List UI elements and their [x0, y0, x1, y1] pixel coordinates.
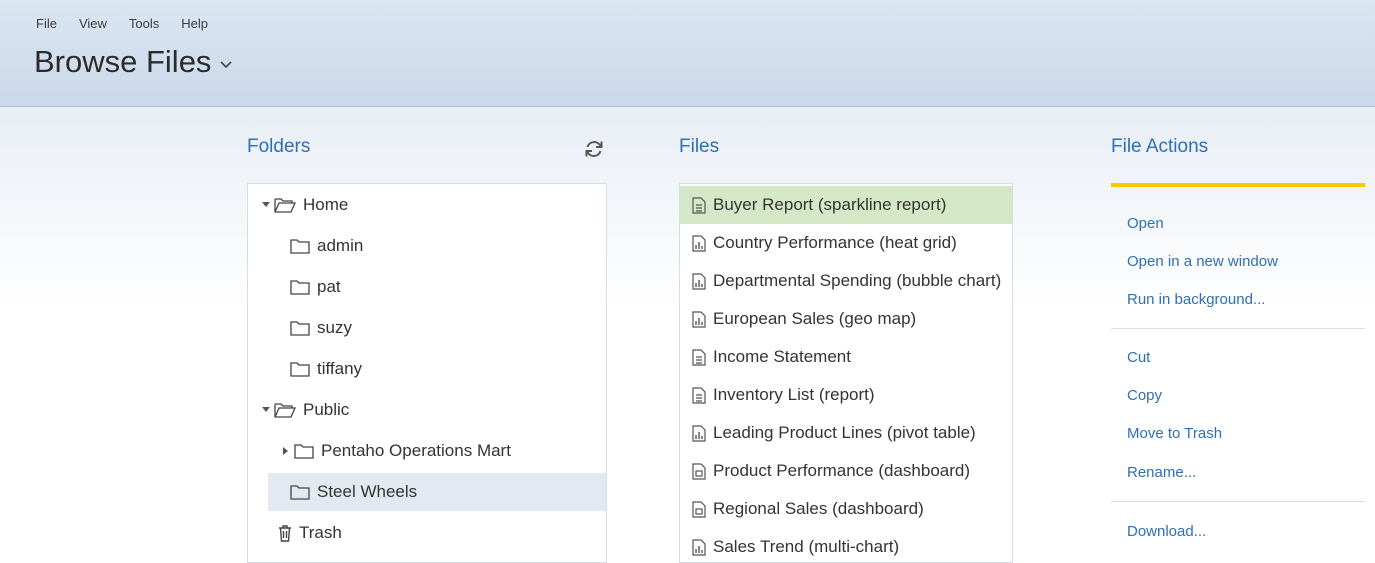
file-item[interactable]: Leading Product Lines (pivot table) — [680, 414, 1012, 452]
folder-label: tiffany — [317, 359, 363, 378]
folder-icon — [290, 279, 310, 295]
file-item[interactable]: Buyer Report (sparkline report) — [680, 186, 1012, 224]
refresh-icon[interactable] — [583, 138, 605, 160]
folders-title: Folders — [247, 136, 311, 157]
file-item[interactable]: Income Statement — [680, 338, 1012, 376]
folder-steel-wheels[interactable]: Steel Wheels — [268, 473, 606, 511]
folders-tree: Home admin pat suzy tiffany Public Penta… — [247, 183, 607, 563]
action-move-to-trash[interactable]: Move to Trash — [1127, 425, 1222, 442]
action-rename[interactable]: Rename... — [1127, 464, 1196, 481]
file-label: Income Statement — [713, 347, 851, 366]
files-list: Buyer Report (sparkline report) Country … — [679, 183, 1013, 563]
folder-admin[interactable]: admin — [248, 227, 606, 265]
file-label: Sales Trend (multi-chart) — [713, 537, 900, 556]
folder-icon — [290, 361, 310, 377]
report-icon — [692, 348, 706, 366]
analysis-icon — [692, 538, 706, 556]
dashboard-icon — [692, 462, 706, 480]
file-label: Departmental Spending (bubble chart) — [713, 271, 1002, 290]
expanded-arrow-icon[interactable] — [260, 202, 272, 208]
folder-label: Steel Wheels — [317, 482, 418, 501]
analysis-icon — [692, 310, 706, 328]
folder-icon — [290, 238, 310, 254]
expanded-arrow-icon[interactable] — [260, 407, 272, 413]
app-header: File View Tools Help Browse Files — [0, 0, 1375, 107]
analysis-icon — [692, 234, 706, 252]
file-item[interactable]: Regional Sales (dashboard) — [680, 490, 1012, 528]
folder-icon — [294, 443, 314, 459]
folder-label: admin — [317, 236, 364, 255]
analysis-icon — [692, 272, 706, 290]
folder-label: pat — [317, 277, 341, 296]
page-title-dropdown[interactable]: Browse Files — [34, 44, 233, 80]
folder-open-icon — [274, 197, 296, 213]
report-icon — [692, 386, 706, 404]
folder-icon — [290, 320, 310, 336]
file-label: Buyer Report (sparkline report) — [713, 195, 947, 214]
files-title: Files — [679, 136, 720, 157]
folder-public[interactable]: Public — [248, 391, 606, 429]
folder-label: suzy — [317, 318, 352, 337]
file-label: Regional Sales (dashboard) — [713, 499, 924, 518]
folder-pat[interactable]: pat — [248, 268, 606, 306]
action-open-new-window[interactable]: Open in a new window — [1127, 253, 1278, 270]
file-item[interactable]: Inventory List (report) — [680, 376, 1012, 414]
menu-help[interactable]: Help — [181, 16, 208, 31]
folder-tiffany[interactable]: tiffany — [248, 350, 606, 388]
folder-label: Home — [303, 195, 349, 214]
analysis-icon — [692, 424, 706, 442]
page-title: Browse Files — [34, 44, 212, 79]
file-item[interactable]: Sales Trend (multi-chart) — [680, 528, 1012, 562]
dashboard-icon — [692, 500, 706, 518]
action-download[interactable]: Download... — [1127, 523, 1206, 540]
file-label: Country Performance (heat grid) — [713, 233, 957, 252]
folder-home[interactable]: Home — [248, 186, 606, 224]
folder-pentaho-operations-mart[interactable]: Pentaho Operations Mart — [248, 432, 606, 470]
file-item[interactable]: Product Performance (dashboard) — [680, 452, 1012, 490]
file-item[interactable]: Country Performance (heat grid) — [680, 224, 1012, 262]
folder-trash[interactable]: Trash — [248, 514, 606, 552]
folder-icon — [290, 484, 310, 500]
divider — [1111, 501, 1365, 502]
file-actions-accent-bar — [1111, 183, 1365, 187]
action-run-in-background[interactable]: Run in background... — [1127, 291, 1265, 308]
action-open[interactable]: Open — [1127, 215, 1164, 232]
report-icon — [692, 196, 706, 214]
file-item[interactable]: European Sales (geo map) — [680, 300, 1012, 338]
folder-open-icon — [274, 402, 296, 418]
menu-tools[interactable]: Tools — [129, 16, 159, 31]
file-label: Leading Product Lines (pivot table) — [713, 423, 976, 442]
folder-label: Public — [303, 400, 350, 419]
action-cut[interactable]: Cut — [1127, 349, 1150, 366]
file-label: European Sales (geo map) — [713, 309, 917, 328]
divider — [1111, 328, 1365, 329]
menu-file[interactable]: File — [36, 16, 57, 31]
action-copy[interactable]: Copy — [1127, 387, 1162, 404]
trash-icon — [278, 524, 292, 542]
folder-label: Pentaho Operations Mart — [321, 441, 511, 460]
folder-label: Trash — [299, 523, 342, 542]
collapsed-arrow-icon[interactable] — [280, 447, 292, 455]
file-item[interactable]: Departmental Spending (bubble chart) — [680, 262, 1012, 300]
file-actions-title: File Actions — [1111, 136, 1209, 157]
menu-view[interactable]: View — [79, 16, 107, 31]
file-label: Inventory List (report) — [713, 385, 875, 404]
chevron-down-icon — [220, 61, 233, 69]
folder-suzy[interactable]: suzy — [248, 309, 606, 347]
menu-bar: File View Tools Help — [36, 16, 208, 31]
file-label: Product Performance (dashboard) — [713, 461, 971, 480]
